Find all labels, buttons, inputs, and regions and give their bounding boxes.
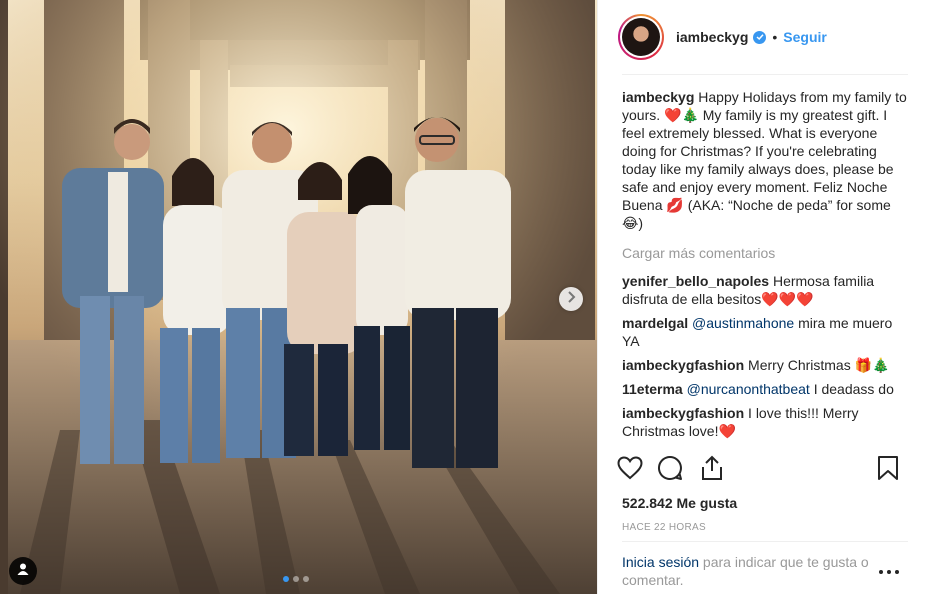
post-actions-bar — [616, 455, 912, 486]
avatar — [622, 18, 660, 56]
comment-item: 11eterma @nurcanonthatbeat I deadass do — [622, 380, 910, 398]
carousel-next-button[interactable] — [559, 287, 583, 311]
carousel-indicator — [283, 576, 309, 582]
post-caption: iambeckyg Happy Holidays from my family … — [622, 88, 910, 232]
login-prompt: Inicia sesión para indicar que te gusta … — [622, 553, 878, 589]
avatar-story-ring[interactable] — [618, 14, 664, 60]
comment-username[interactable]: 11eterma — [622, 381, 683, 397]
comment-username[interactable]: yenifer_bello_napoles — [622, 273, 769, 289]
caption-username[interactable]: iambeckyg — [622, 89, 694, 105]
comment-icon — [657, 455, 683, 486]
author-username[interactable]: iambeckyg — [676, 29, 748, 45]
comment-mention[interactable]: @nurcanonthatbeat — [687, 381, 810, 397]
post-timestamp[interactable]: HACE 22 HORAS — [622, 522, 706, 533]
user-tag-icon — [16, 562, 30, 581]
comments-list[interactable]: iambeckyg Happy Holidays from my family … — [622, 88, 910, 444]
comment-item: iambeckygfashion Merry Christmas 🎁🎄 — [622, 356, 910, 374]
comment-item: iambeckygfashion I love this!!! Merry Ch… — [622, 404, 910, 440]
like-button[interactable] — [616, 455, 644, 485]
share-button[interactable] — [698, 455, 726, 486]
family-photo-illustration — [0, 0, 597, 594]
comment-username[interactable]: iambeckygfashion — [622, 405, 744, 421]
post-side-panel: iambeckyg • Seguir iambeckyg Happy Holid… — [597, 0, 930, 594]
footer-divider — [622, 541, 908, 542]
chevron-right-icon — [566, 290, 576, 308]
login-link[interactable]: Inicia sesión — [622, 554, 699, 570]
comment-text: I deadass do — [809, 381, 894, 397]
likes-count[interactable]: 522.842 Me gusta — [622, 495, 737, 511]
header-separator: • — [772, 29, 778, 45]
carousel-dot-active — [283, 576, 289, 582]
share-icon — [700, 455, 724, 486]
comment-username[interactable]: iambeckygfashion — [622, 357, 744, 373]
verified-badge-icon — [753, 30, 767, 44]
comment-item: yenifer_bello_napoles Hermosa familia di… — [622, 272, 910, 308]
comment-text: Merry Christmas 🎁🎄 — [748, 357, 890, 373]
carousel-dot — [293, 576, 299, 582]
comment-item: mardelgal @austinmahone mira me muero YA — [622, 314, 910, 350]
bookmark-icon — [877, 455, 899, 486]
more-options-icon — [878, 562, 900, 579]
more-options-button[interactable] — [878, 562, 900, 574]
save-button[interactable] — [874, 455, 902, 486]
comment-mention[interactable]: @austinmahone — [692, 315, 794, 331]
load-more-comments-button[interactable]: Cargar más comentarios — [622, 244, 910, 262]
caption-text: Happy Holidays from my family to yours. … — [622, 89, 907, 231]
carousel-dot — [303, 576, 309, 582]
comment-username[interactable]: mardelgal — [622, 315, 688, 331]
comment-button[interactable] — [656, 455, 684, 486]
post-photo[interactable] — [0, 0, 597, 594]
header-divider — [622, 74, 908, 75]
heart-icon — [617, 455, 643, 485]
follow-button[interactable]: Seguir — [783, 29, 827, 45]
user-tags-button[interactable] — [9, 557, 37, 585]
post-header: iambeckyg • Seguir — [598, 0, 930, 74]
